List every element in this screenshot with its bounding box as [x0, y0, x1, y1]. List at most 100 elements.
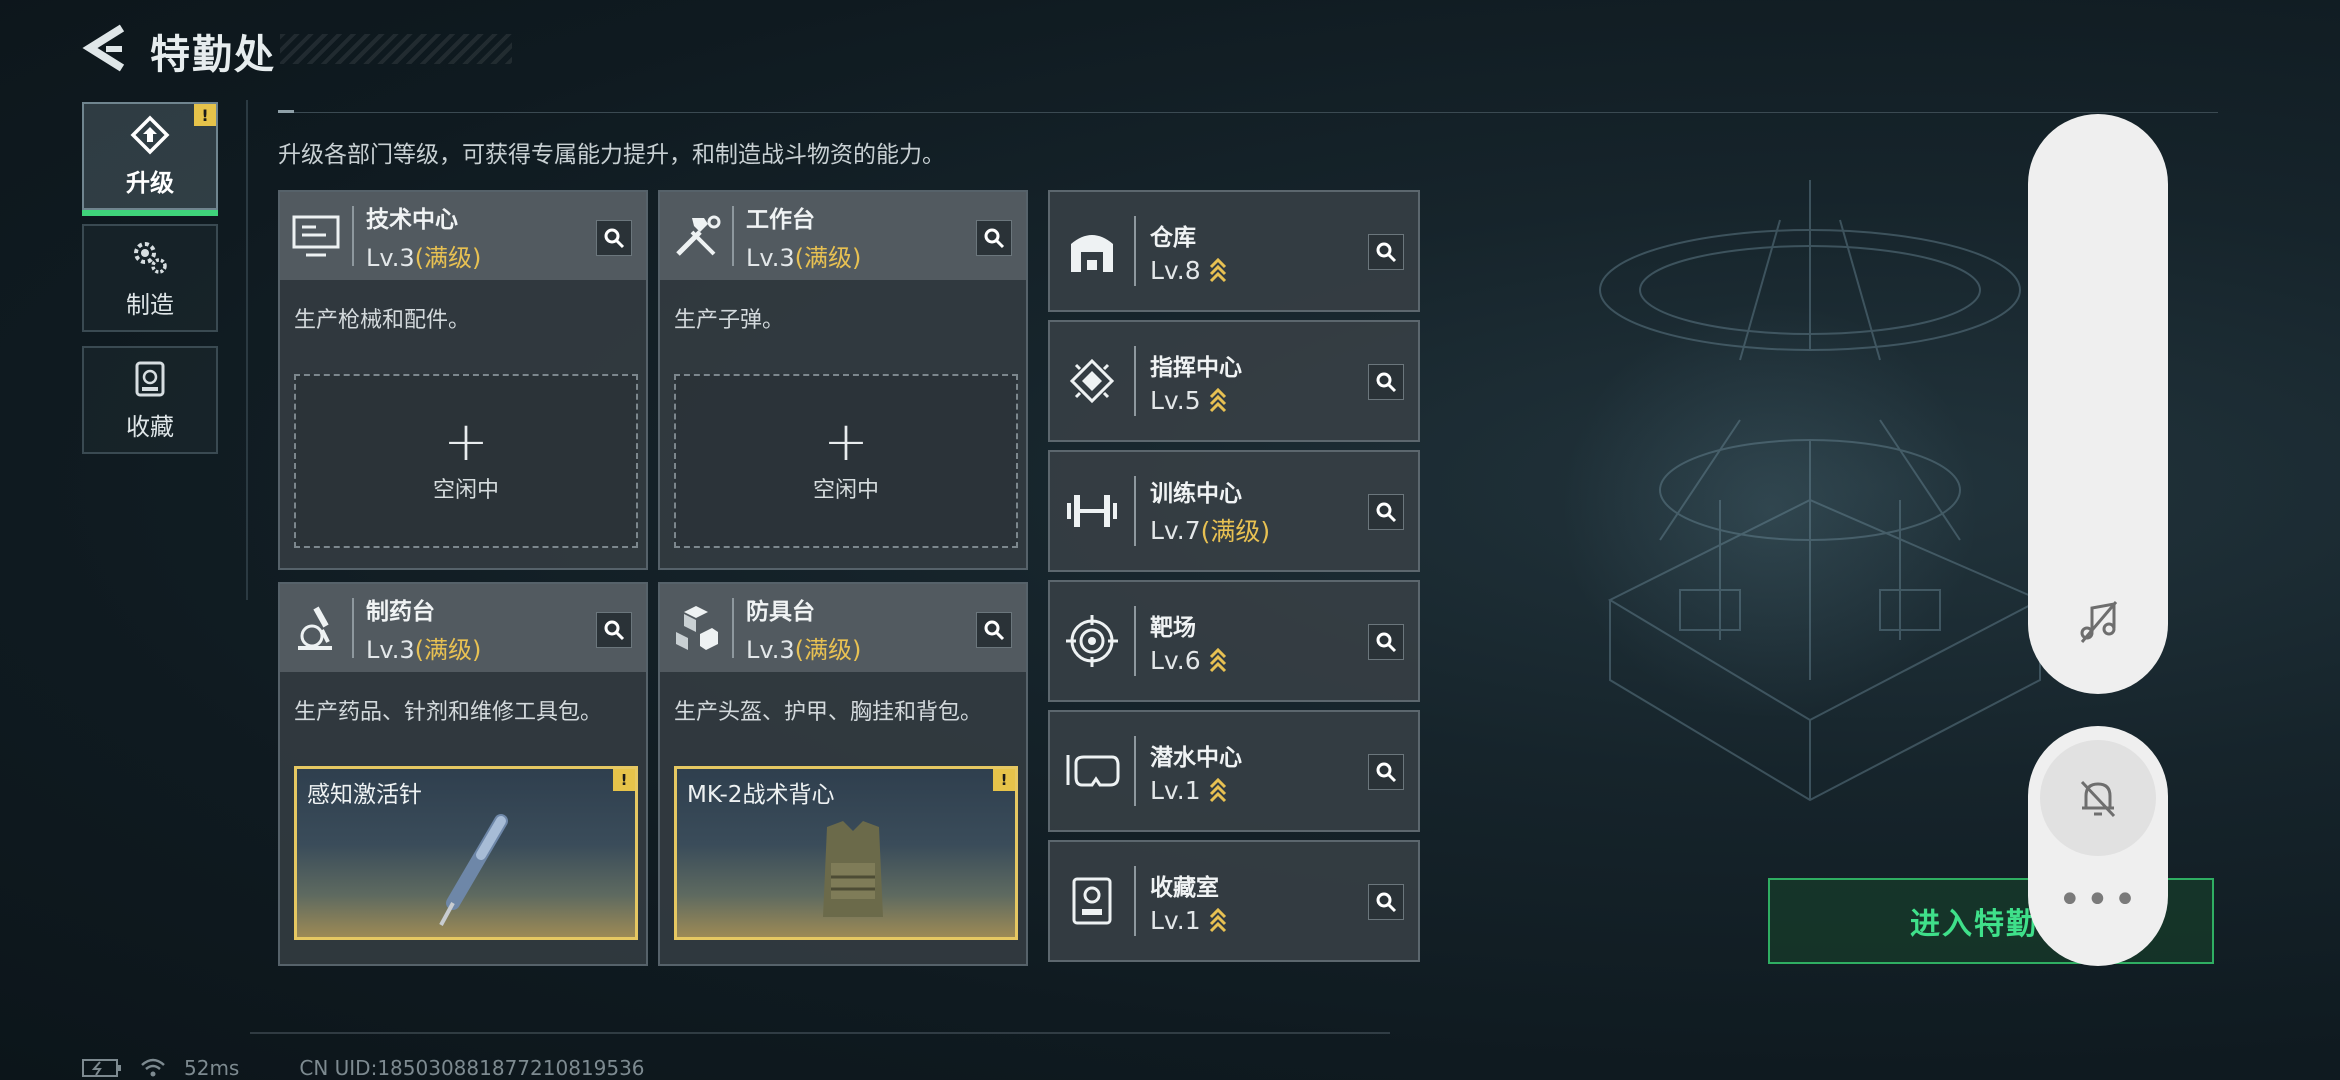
facility-card-collection-room[interactable]: 收藏室 Lv.1 — [1048, 840, 1420, 962]
facility-card-shooting-range[interactable]: 靶场 Lv.6 — [1048, 580, 1420, 702]
hologram-faint-glow — [1560, 300, 1980, 720]
facility-name: 防具台 — [746, 598, 815, 625]
facility-card-armor-bench[interactable]: 防具台 Lv.3(满级) 生产头盔、护甲、胸挂和背包。 MK-2战术背心 ! — [658, 582, 1028, 966]
facility-card-warehouse[interactable]: 仓库 Lv.8 — [1048, 190, 1420, 312]
plus-icon: + — [823, 410, 869, 473]
inspect-button[interactable] — [976, 612, 1012, 648]
facility-level: Lv.1 — [1150, 776, 1242, 805]
search-icon — [604, 620, 625, 641]
facility-level: Lv.3(满级) — [746, 243, 862, 272]
microscope-icon — [280, 584, 352, 672]
gears-icon — [134, 241, 167, 274]
slot-status: 空闲中 — [432, 478, 499, 503]
facility-name: 靶场 — [1150, 614, 1196, 641]
inspect-button[interactable] — [1368, 494, 1404, 530]
card-separator — [1134, 346, 1136, 416]
nav-label-craft: 制造 — [126, 290, 174, 319]
more-options-button[interactable]: ••• — [2058, 880, 2138, 920]
title-decoration — [280, 34, 512, 64]
upgrade-icon — [130, 115, 170, 154]
inspect-button[interactable] — [1368, 624, 1404, 660]
music-off-icon[interactable] — [2074, 598, 2122, 646]
injector-item-image — [439, 814, 508, 926]
facility-level: Lv.8 — [1150, 256, 1227, 285]
monitor-icon — [280, 192, 352, 280]
cubes-icon — [660, 584, 732, 672]
dumbbell-icon — [1050, 450, 1134, 572]
inspect-button[interactable] — [976, 220, 1012, 256]
craft-slot-active[interactable]: 感知激活针 ! — [294, 766, 638, 940]
nav-tab-collection[interactable]: 收藏 — [82, 346, 218, 454]
nav-tab-craft[interactable]: 制造 — [82, 224, 218, 332]
card-separator — [732, 206, 734, 266]
card-header: 技术中心 Lv.3(满级) — [280, 192, 646, 280]
facility-description: 生产枪械和配件。 — [294, 308, 471, 333]
craft-alert-badge: ! — [993, 769, 1015, 791]
footer-deco-line — [250, 1032, 1390, 1034]
facility-name: 训练中心 — [1150, 481, 1242, 507]
facility-card-command-center[interactable]: 指挥中心 Lv.5 — [1048, 320, 1420, 442]
upgrade-available-icon — [1209, 257, 1226, 283]
card-separator — [1134, 866, 1136, 936]
craft-slot-idle[interactable]: + 空闲中 — [674, 374, 1018, 548]
divider-vertical — [246, 100, 248, 600]
card-separator — [352, 206, 354, 266]
inspect-button[interactable] — [1368, 234, 1404, 270]
nav-label-collection: 收藏 — [126, 412, 174, 441]
card-separator — [732, 598, 734, 658]
craft-slot-idle[interactable]: + 空闲中 — [294, 374, 638, 548]
facility-card-tech-center[interactable]: 技术中心 Lv.3(满级) 生产枪械和配件。 + 空闲中 — [278, 190, 648, 570]
back-button[interactable] — [82, 22, 130, 74]
uid-text: CN UID:1850308818772108195​36 — [299, 1056, 645, 1080]
search-icon — [984, 228, 1005, 249]
inspect-button[interactable] — [596, 220, 632, 256]
warehouse-icon — [1050, 190, 1134, 312]
craft-slot-active[interactable]: MK-2战术背心 ! — [674, 766, 1018, 940]
card-separator — [1134, 606, 1136, 676]
inspect-button[interactable] — [1368, 884, 1404, 920]
facility-level: Lv.3(满级) — [366, 243, 482, 272]
card-separator — [352, 598, 354, 658]
vest-item-image — [823, 821, 883, 917]
facility-description: 生产药品、针剂和维修工具包。 — [294, 700, 603, 725]
search-icon — [1376, 762, 1397, 783]
wifi-icon — [141, 1058, 165, 1077]
upgrade-available-icon — [1209, 387, 1226, 413]
upgrade-available-icon — [1209, 907, 1226, 933]
facility-level: Lv.7 (满级) — [1150, 515, 1271, 547]
search-icon — [1376, 502, 1397, 523]
slot-status: 空闲中 — [812, 478, 879, 503]
inspect-button[interactable] — [1368, 754, 1404, 790]
search-icon — [604, 228, 625, 249]
chip-icon — [1050, 320, 1134, 442]
inspect-button[interactable] — [596, 612, 632, 648]
hammer-wrench-icon — [660, 192, 732, 280]
facility-name: 指挥中心 — [1150, 354, 1242, 381]
bell-off-icon — [2080, 780, 2116, 818]
facility-name: 技术中心 — [366, 206, 458, 233]
inspect-button[interactable] — [1368, 364, 1404, 400]
card-separator — [1134, 736, 1136, 806]
card-separator — [1134, 476, 1136, 546]
facility-level: Lv.1 — [1150, 906, 1227, 935]
search-icon — [984, 620, 1005, 641]
crafting-item-name: MK-2战术背心 — [687, 782, 835, 808]
divider-horizontal — [278, 112, 2218, 113]
display-case-icon — [1050, 840, 1134, 962]
back-arrow-icon — [82, 24, 125, 72]
facility-level: Lv.6 — [1150, 646, 1227, 675]
facility-card-training-center[interactable]: 训练中心 Lv.7 (满级) — [1048, 450, 1420, 572]
divider-mark — [278, 110, 294, 113]
card-header: 防具台 Lv.3(满级) — [660, 584, 1026, 672]
search-icon — [1376, 242, 1397, 263]
target-icon — [1050, 580, 1134, 702]
facility-card-pharmacy[interactable]: 制药台 Lv.3(满级) 生产药品、针剂和维修工具包。 感知激活针 ! — [278, 582, 648, 966]
facility-name: 潜水中心 — [1150, 744, 1242, 771]
search-icon — [1376, 632, 1397, 653]
facility-level: Lv.3(满级) — [746, 635, 862, 664]
ping-text: 52ms — [184, 1056, 240, 1080]
mute-notifications-button[interactable] — [2040, 740, 2156, 856]
facility-card-diving-center[interactable]: 潜水中心 Lv.1 — [1048, 710, 1420, 832]
facility-card-workbench[interactable]: 工作台 Lv.3(满级) 生产子弹。 + 空闲中 — [658, 190, 1028, 570]
nav-tab-upgrade[interactable]: 升级 ! — [82, 102, 218, 216]
